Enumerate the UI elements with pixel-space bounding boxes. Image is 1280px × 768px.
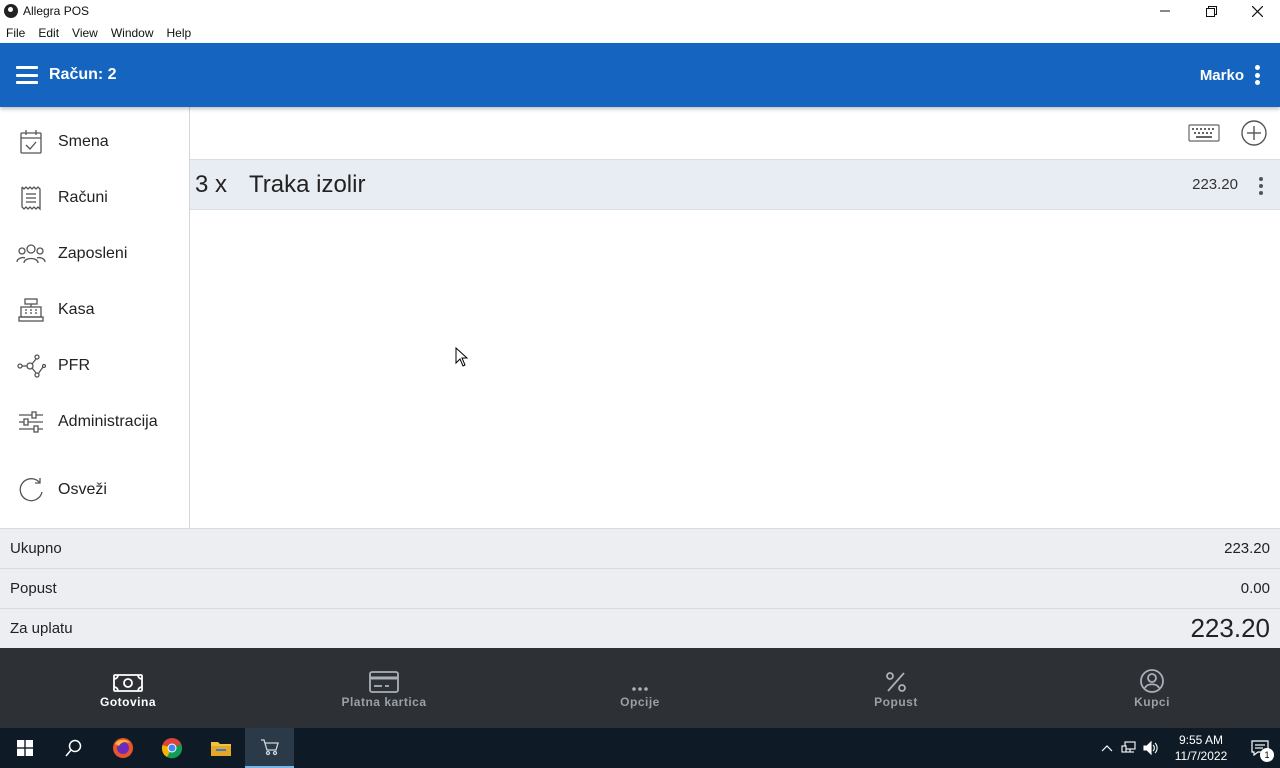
sidebar-item-administracija[interactable]: Administracija [0,394,189,450]
options-button[interactable]: Opcije [512,648,768,728]
action-label: Platna kartica [341,695,427,709]
network-status-icon[interactable] [1118,728,1140,768]
item-name: Traka izolir [249,170,366,198]
menu-window[interactable]: Window [111,26,154,40]
chevron-up-icon[interactable] [1096,728,1118,768]
menu-bar: File Edit View Window Help [0,22,1280,43]
refresh-icon [16,475,46,505]
clock-time: 9:55 AM [1178,733,1224,747]
add-item-icon[interactable] [1240,119,1268,147]
mouse-cursor-icon [455,347,469,367]
network-icon [16,351,46,381]
bill-item-row[interactable]: 3 x Traka izolir 223.20 [190,159,1280,210]
app-logo-icon [4,4,18,18]
windows-logo-icon [16,740,33,756]
action-label: Gotovina [99,695,156,709]
menu-help[interactable]: Help [167,26,192,40]
cash-button[interactable]: Gotovina [0,648,256,728]
sidebar-item-kasa[interactable]: Kasa [0,282,189,338]
cash-register-icon [16,295,46,325]
app-header: Račun: 2 Marko [0,43,1280,107]
bill-toolbar [1188,117,1280,149]
total-value: 223.20 [1224,540,1270,557]
search-button[interactable] [49,728,98,768]
sidebar-item-zaposleni[interactable]: Zaposleni [0,226,189,282]
menu-edit[interactable]: Edit [38,26,59,40]
total-row-popust: Popust 0.00 [0,568,1280,608]
os-taskbar: 9:55 AM 11/7/2022 1 [0,728,1280,768]
item-quantity: 3 x [195,170,228,198]
credit-card-icon [369,667,399,693]
item-more-icon[interactable] [1259,177,1263,195]
sidebar-item-label: Osveži [58,481,107,498]
totals-panel: Ukupno 223.20 Popust 0.00 Za uplatu 223.… [0,528,1280,648]
user-name[interactable]: Marko [1200,67,1244,84]
hamburger-menu-icon[interactable] [16,66,38,84]
total-label: Ukupno [10,540,62,557]
start-button[interactable] [0,728,49,768]
menu-file[interactable]: File [6,26,25,40]
folder-icon [210,742,231,756]
sidebar-item-smena[interactable]: Smena [0,114,189,170]
item-price: 223.20 [1192,176,1238,193]
volume-icon[interactable] [1140,728,1162,768]
restore-icon[interactable] [1188,0,1234,22]
clock-date: 11/7/2022 [1174,749,1228,763]
cash-icon [113,667,143,693]
sidebar-item-racuni[interactable]: Računi [0,170,189,226]
calendar-check-icon [16,127,46,157]
sidebar-item-label: Kasa [58,301,95,318]
more-vert-icon[interactable] [1254,65,1260,85]
menu-view[interactable]: View [72,26,98,40]
taskbar-clock[interactable]: 9:55 AM 11/7/2022 [1166,732,1236,764]
account-circle-icon [1140,667,1164,693]
amount-due-value: 223.20 [1190,613,1270,643]
window-controls [1142,0,1280,22]
minimize-icon[interactable] [1142,0,1188,22]
firefox-taskbar-button[interactable] [98,728,147,768]
sidebar: Smena Računi Zaposleni Kasa PFR Administ… [0,107,190,528]
chrome-icon [161,738,182,759]
firefox-icon [112,738,133,758]
system-tray: 9:55 AM 11/7/2022 1 [1096,728,1280,768]
amount-due-label: Za uplatu [10,620,73,637]
payment-actions-bar: Gotovina Platna kartica Opcije Popust Ku… [0,648,1280,728]
customers-button[interactable]: Kupci [1024,648,1280,728]
search-icon [64,739,81,757]
sidebar-item-osvezi[interactable]: Osveži [0,462,189,518]
people-icon [16,239,46,269]
card-button[interactable]: Platna kartica [256,648,512,728]
close-icon[interactable] [1234,0,1280,22]
percent-icon [885,667,907,693]
sidebar-item-pfr[interactable]: PFR [0,338,189,394]
action-label: Opcije [620,695,660,709]
bill-title: Račun: 2 [49,66,117,83]
total-row-ukupno: Ukupno 223.20 [0,528,1280,568]
sidebar-item-label: Računi [58,189,108,206]
allegra-pos-taskbar-button[interactable] [245,728,294,768]
more-horizontal-icon [630,667,650,693]
file-explorer-taskbar-button[interactable] [196,728,245,768]
shopping-cart-icon [260,739,279,756]
bill-items-panel: 3 x Traka izolir 223.20 [190,107,1280,528]
discount-label: Popust [10,580,57,597]
sliders-icon [16,407,46,437]
discount-button[interactable]: Popust [768,648,1024,728]
total-row-za-uplatu: Za uplatu 223.20 [0,608,1280,648]
action-label: Popust [874,695,918,709]
action-label: Kupci [1134,695,1170,709]
keyboard-icon[interactable] [1188,121,1220,145]
action-center-button[interactable]: 1 [1240,728,1280,768]
chrome-taskbar-button[interactable] [147,728,196,768]
window-titlebar: Allegra POS [0,0,1280,22]
window-title: Allegra POS [23,4,90,18]
sidebar-item-label: Smena [58,133,109,150]
notification-count-badge: 1 [1260,748,1274,762]
discount-value: 0.00 [1240,580,1270,597]
receipt-icon [16,183,46,213]
sidebar-item-label: Zaposleni [58,245,128,262]
sidebar-item-label: PFR [58,357,90,374]
sidebar-item-label: Administracija [58,413,158,430]
